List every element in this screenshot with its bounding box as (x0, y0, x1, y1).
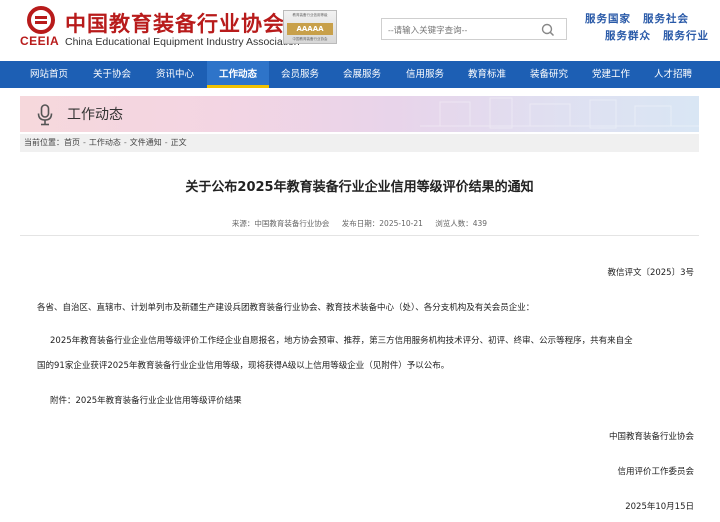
breadcrumb-separator: - (83, 138, 86, 147)
nav-item-about[interactable]: 关于协会 (82, 61, 142, 88)
breadcrumb-home[interactable]: 首页 (64, 134, 80, 152)
search-icon[interactable] (540, 22, 556, 38)
nav-item-credit[interactable]: 信用服务 (395, 61, 455, 88)
article-source: 来源：中国教育装备行业协会 (231, 219, 330, 228)
article-title: 关于公布2025年教育装备行业企业信用等级评价结果的通知 (185, 180, 534, 195)
breadcrumb-separator: - (123, 138, 127, 147)
document-number: 教信评文〔2025〕3号 (607, 268, 694, 278)
article-attachment[interactable]: 附件：2025年教育装备行业企业信用等级评价结果 (50, 391, 242, 411)
section-banner: 工作动态 (20, 96, 699, 132)
banner-decoration (420, 97, 699, 129)
slogan-4: 服务行业 (663, 30, 709, 42)
slogan-2: 服务社会 (643, 13, 689, 25)
nav-item-party[interactable]: 党建工作 (581, 61, 641, 88)
article-date: 发布日期：2025-10-21 (341, 219, 423, 228)
breadcrumb-separator: - (164, 138, 168, 147)
signature-committee: 信用评价工作委员会 (617, 467, 694, 477)
nav-item-research[interactable]: 装备研究 (519, 61, 579, 88)
main-nav: 网站首页 关于协会 资讯中心 工作动态 会员服务 会展服务 信用服务 教育标准 … (0, 61, 720, 88)
search-box (381, 18, 567, 40)
nav-item-home[interactable]: 网站首页 (20, 61, 78, 88)
ceeia-logo-icon[interactable] (27, 6, 55, 34)
breadcrumb-current: 正文 (170, 138, 187, 147)
article-salutation: 各省、自治区、直辖市、计划单列市及新疆生产建设兵团教育装备行业协会、教育技术装备… (37, 303, 535, 313)
nav-item-standards[interactable]: 教育标准 (457, 61, 517, 88)
badge-bottom-text: 中国教育装备行业协会 (292, 37, 328, 41)
badge-rating: AAAAA (287, 23, 333, 35)
nav-item-news[interactable]: 资讯中心 (145, 61, 205, 88)
badge-top-text: 教育装备行业信用等级 (292, 13, 328, 17)
logo-text: CEEIA (20, 34, 60, 48)
slogan-1: 服务国家 (585, 13, 631, 25)
slogan-3: 服务群众 (605, 30, 651, 42)
meta-divider (20, 235, 699, 236)
site-header: CEEIA 中国教育装备行业协会 China Educational Equip… (0, 0, 720, 62)
credit-rating-badge: 教育装备行业信用等级 AAAAA 中国教育装备行业协会 (283, 10, 337, 44)
article-body-line-1: 2025年教育装备行业企业信用等级评价工作经企业自愿报名，地方协会预审、推荐，第… (50, 336, 633, 346)
nav-item-careers[interactable]: 人才招聘 (643, 61, 703, 88)
microphone-icon (37, 104, 53, 126)
breadcrumb-notices[interactable]: 文件通知 (130, 134, 162, 152)
article-meta: 来源：中国教育装备行业协会 发布日期：2025-10-21 浏览人数：439 (20, 218, 699, 229)
search-input[interactable] (388, 22, 538, 37)
nav-item-work-updates[interactable]: 工作动态 (207, 61, 269, 88)
banner-title: 工作动态 (67, 107, 123, 123)
signature-date: 2025年10月15日 (625, 502, 694, 512)
signature-org: 中国教育装备行业协会 (608, 432, 694, 442)
org-name-cn[interactable]: 中国教育装备行业协会 (65, 8, 285, 38)
nav-item-member-services[interactable]: 会员服务 (270, 61, 330, 88)
article-body-line-2: 国的91家企业获评2025年教育装备行业企业信用等级，现将获得A级以上信用等级企… (37, 361, 450, 371)
breadcrumb-prefix: 当前位置： (24, 138, 64, 147)
nav-item-exhibition[interactable]: 会展服务 (332, 61, 392, 88)
breadcrumb: 当前位置：首页 - 工作动态 - 文件通知 - 正文 (20, 134, 699, 152)
org-name-en: China Educational Equipment Industry Ass… (65, 36, 300, 48)
breadcrumb-work-updates[interactable]: 工作动态 (89, 134, 121, 152)
article-views: 浏览人数：439 (435, 219, 488, 228)
